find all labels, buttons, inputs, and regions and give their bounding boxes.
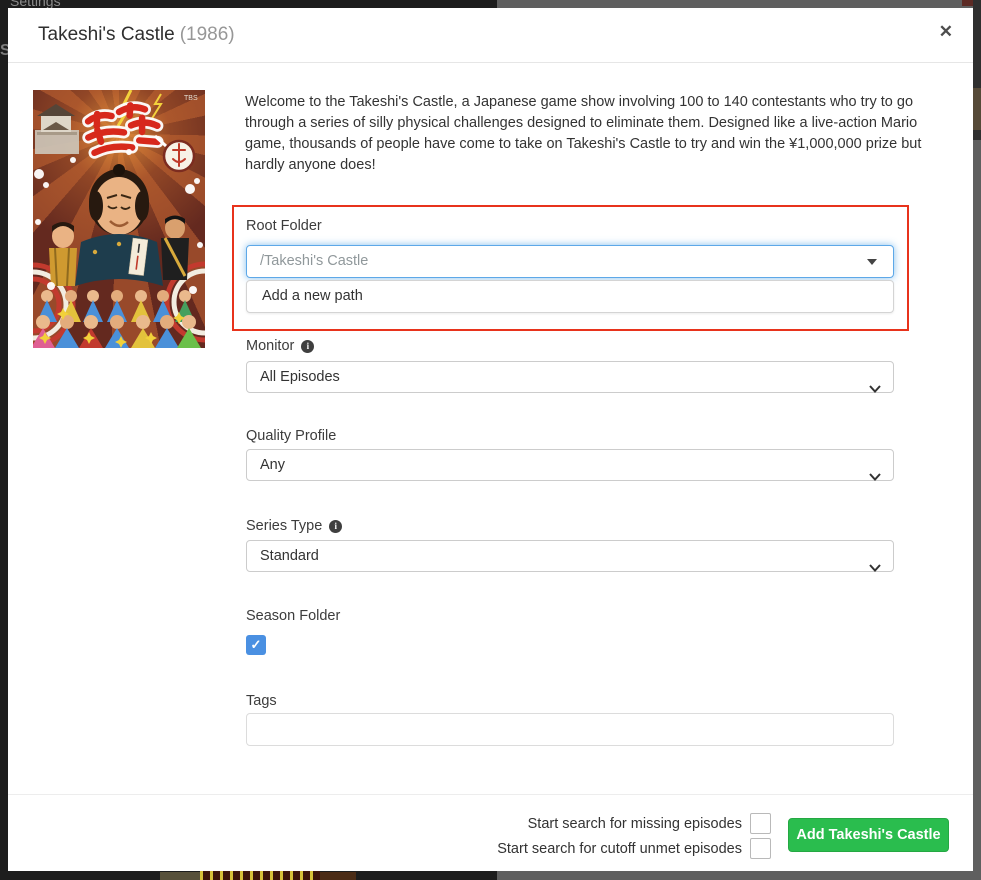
close-icon[interactable]: ✕	[939, 23, 953, 40]
monitor-value: All Episodes	[260, 369, 340, 385]
root-folder-value: /Takeshi's Castle	[260, 253, 368, 269]
poster-title-calligraphy	[85, 102, 160, 153]
checkmark-icon: ✓	[251, 637, 262, 652]
header-divider	[8, 62, 973, 63]
info-icon[interactable]: i	[301, 340, 314, 353]
chevron-down-icon	[869, 374, 881, 404]
missing-search-label: Start search for missing episodes	[528, 814, 742, 835]
lightning-shape	[151, 94, 161, 120]
monitor-select[interactable]: All Episodes	[246, 361, 894, 393]
chevron-down-icon	[869, 553, 881, 583]
poster-art: TBS	[33, 90, 205, 348]
add-series-modal: Takeshi's Castle(1986) ✕	[8, 8, 973, 871]
background-fragment	[320, 872, 356, 880]
series-year: (1986)	[180, 24, 235, 45]
poster-logo-text: TBS	[184, 95, 198, 102]
background-poster-fragment	[200, 871, 320, 880]
root-folder-label: Root Folder	[246, 218, 322, 234]
root-folder-select[interactable]: /Takeshi's Castle	[246, 245, 894, 278]
season-folder-checkbox[interactable]: ✓	[246, 635, 266, 655]
series-type-select[interactable]: Standard	[246, 540, 894, 572]
tags-input[interactable]	[246, 713, 894, 746]
quality-profile-select[interactable]: Any	[246, 449, 894, 481]
quality-profile-value: Any	[260, 457, 285, 473]
add-series-button[interactable]: Add Takeshi's Castle	[788, 818, 949, 852]
series-poster: TBS	[33, 90, 205, 348]
series-type-value: Standard	[260, 548, 319, 564]
side-figure-right	[161, 216, 189, 281]
castle-shape	[35, 104, 79, 154]
side-figure-left	[49, 222, 77, 286]
missing-search-checkbox[interactable]	[750, 813, 771, 834]
host-figure	[75, 164, 163, 286]
quality-profile-label: Quality Profile	[246, 428, 336, 444]
season-folder-label: Season Folder	[246, 608, 340, 624]
cutoff-search-label: Start search for cutoff unmet episodes	[497, 839, 742, 860]
tags-label: Tags	[246, 693, 277, 709]
series-type-label: Series Typei	[246, 518, 342, 534]
monitor-label: Monitori	[246, 338, 314, 354]
footer-divider	[8, 794, 973, 795]
background-fragment	[973, 88, 981, 130]
root-folder-option-add-path[interactable]: Add a new path	[246, 280, 894, 313]
info-icon[interactable]: i	[329, 520, 342, 533]
series-overview: Welcome to the Takeshi's Castle, a Japan…	[245, 92, 948, 176]
cutoff-search-checkbox[interactable]	[750, 838, 771, 859]
chevron-down-icon	[869, 462, 881, 492]
crowd-row-2	[33, 315, 201, 348]
caret-down-icon	[867, 259, 877, 265]
page-title: Takeshi's Castle(1986)	[38, 24, 235, 46]
background-fragment	[160, 872, 200, 880]
series-title: Takeshi's Castle	[38, 24, 175, 45]
